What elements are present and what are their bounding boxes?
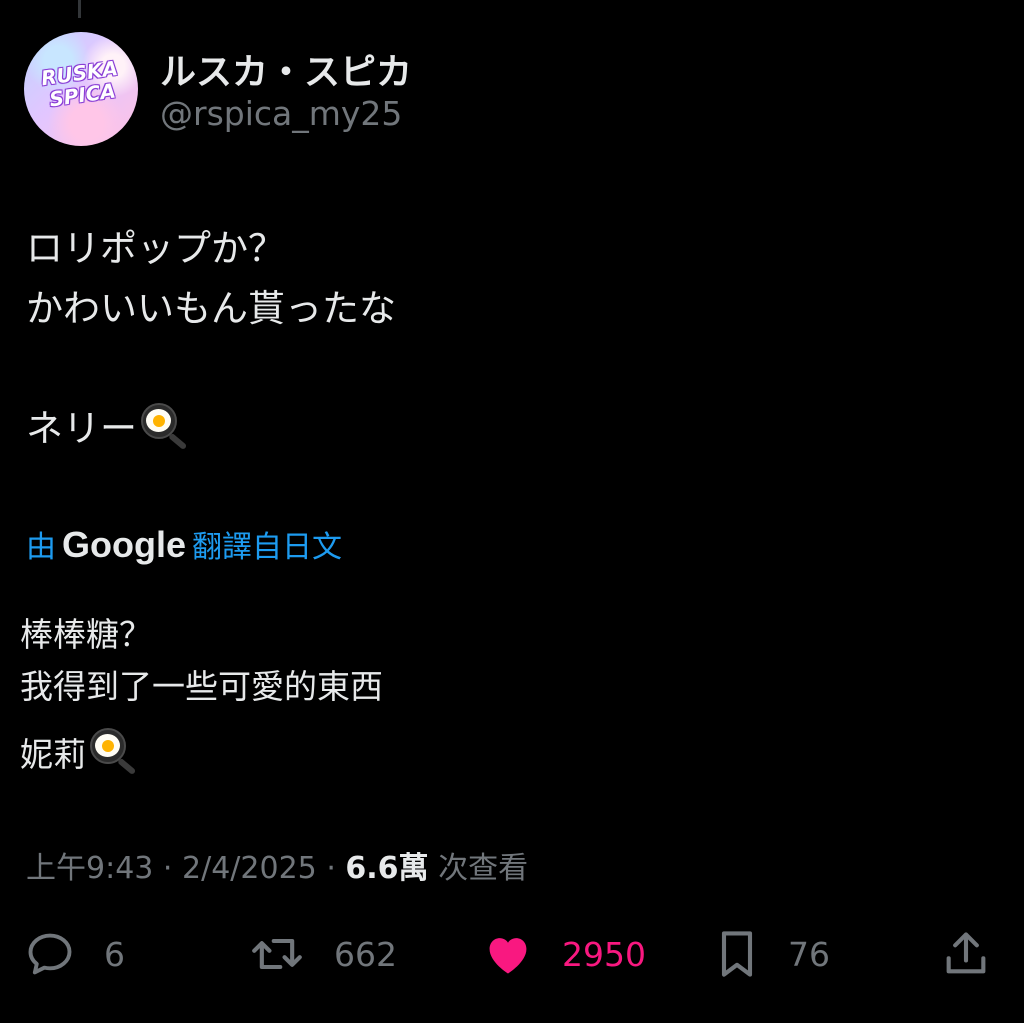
fried-egg-icon (139, 403, 191, 451)
translated-text-line-1: 棒棒糖？ (20, 615, 152, 654)
post-text-line-1: ロリポップか？ (26, 227, 285, 270)
reply-icon (28, 933, 72, 975)
like-count: 2950 (562, 934, 646, 974)
views-label: 次查看 (438, 851, 529, 886)
post-text-line-2: かわいいもん貰ったな (26, 287, 396, 330)
reply-count: 6 (104, 934, 125, 974)
like-button[interactable]: 2950 (482, 926, 646, 982)
retweet-count: 662 (334, 934, 397, 974)
share-icon (946, 932, 986, 974)
translation-source-label: 翻譯自日文 (192, 530, 342, 565)
post-text-line-3: ネリー (26, 398, 191, 452)
translated-text-name: 妮莉 (20, 735, 86, 774)
reply-button[interactable]: 6 (24, 926, 125, 982)
post-time[interactable]: 上午9:43 (26, 851, 153, 886)
thread-connector-line (78, 0, 81, 18)
fried-egg-icon (88, 728, 140, 776)
translation-attribution[interactable]: 由 Google 翻譯自日文 (26, 522, 342, 566)
post-metadata: 上午9:43 · 2/4/2025 · 6.6萬 次查看 (26, 843, 528, 887)
retweet-button[interactable]: 662 (248, 926, 397, 982)
bookmark-button[interactable]: 76 (714, 926, 830, 982)
bookmark-count: 76 (788, 934, 830, 974)
retweet-icon (252, 938, 302, 970)
heart-icon (489, 938, 527, 974)
google-logo: Google (62, 524, 186, 565)
bookmark-icon (721, 931, 753, 977)
translated-text-line-3: 妮莉 (20, 728, 140, 776)
avatar-logo-text: RUSKA SPICA (39, 55, 120, 112)
avatar[interactable]: RUSKA SPICA (24, 32, 138, 146)
translated-text-line-2: 我得到了一些可愛的東西 (20, 667, 383, 706)
post-date[interactable]: 2/4/2025 (182, 851, 317, 886)
post-text-name: ネリー (26, 407, 137, 450)
meta-separator: · (162, 851, 173, 886)
meta-separator: · (326, 851, 336, 886)
share-button[interactable] (940, 926, 992, 982)
views-count: 6.6萬 (345, 851, 429, 886)
translation-prefix: 由 (26, 530, 56, 565)
author-display-name[interactable]: ルスカ・スピカ (160, 43, 412, 95)
author-handle[interactable]: @rspica_my25 (160, 94, 402, 133)
